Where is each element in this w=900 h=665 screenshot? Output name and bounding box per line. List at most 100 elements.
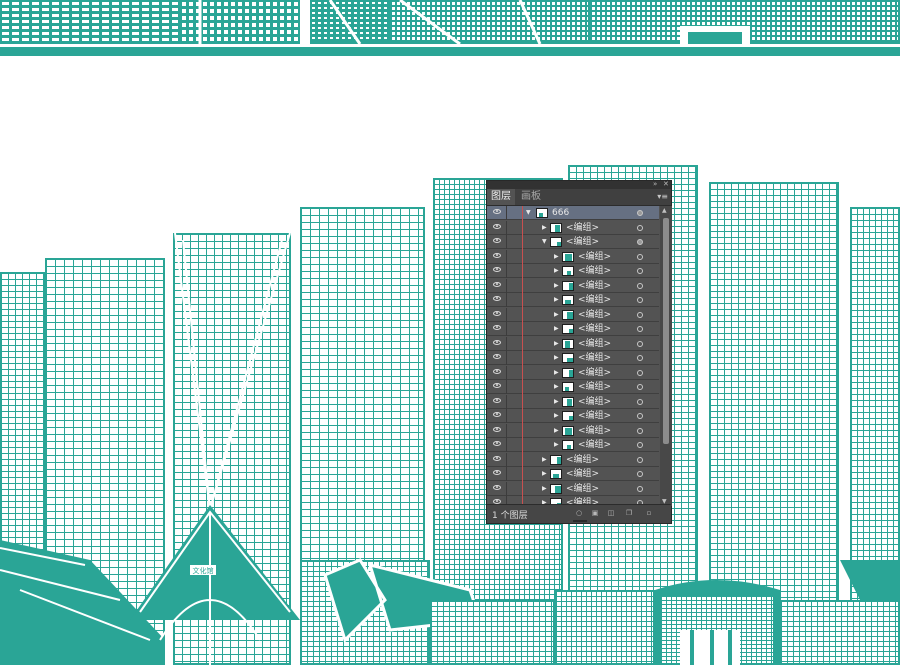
target-circle-icon[interactable] xyxy=(637,282,643,289)
layer-name[interactable]: <编组> xyxy=(578,279,611,293)
collapsed-triangle-icon[interactable]: ▶ xyxy=(542,453,547,467)
visibility-eye-icon[interactable] xyxy=(493,296,501,301)
target-circle-icon[interactable] xyxy=(637,398,643,405)
layer-name[interactable]: <编组> xyxy=(578,395,611,409)
lock-toggle[interactable] xyxy=(507,467,520,481)
layer-name[interactable]: <编组> xyxy=(578,337,611,351)
layer-row[interactable]: ▶ <编组> xyxy=(487,365,659,380)
lock-toggle[interactable] xyxy=(507,206,520,220)
scroll-thumb[interactable] xyxy=(663,218,669,444)
lock-toggle[interactable] xyxy=(507,264,520,278)
layer-row[interactable]: ▶ <编组> xyxy=(487,322,659,336)
lock-toggle[interactable] xyxy=(507,366,520,380)
target-circle-icon[interactable] xyxy=(637,210,643,216)
layer-row[interactable]: ▶ <编组> xyxy=(487,293,659,307)
visibility-eye-icon[interactable] xyxy=(493,368,501,374)
layer-name[interactable]: <编组> xyxy=(566,467,599,481)
lock-toggle[interactable] xyxy=(507,279,520,293)
visibility-eye-icon[interactable] xyxy=(493,252,501,258)
expanded-triangle-icon[interactable]: ▼ xyxy=(526,206,531,220)
lock-toggle[interactable] xyxy=(507,351,520,365)
target-circle-icon[interactable] xyxy=(637,326,643,332)
target-circle-icon[interactable] xyxy=(637,384,643,390)
layer-row[interactable]: ▶ <编组> xyxy=(487,264,659,278)
expanded-triangle-icon[interactable]: ▼ xyxy=(542,235,547,249)
layer-row[interactable]: ▶ <编组> xyxy=(487,278,659,293)
layer-name[interactable]: <编组> xyxy=(578,380,611,394)
layer-name[interactable]: <编组> xyxy=(578,308,611,322)
layer-row[interactable]: ▶ <编组> xyxy=(487,452,659,467)
collapsed-triangle-icon[interactable]: ▶ xyxy=(554,322,559,336)
layer-name[interactable]: <编组> xyxy=(578,293,611,307)
collapsed-triangle-icon[interactable]: ▶ xyxy=(542,482,547,496)
lock-toggle[interactable] xyxy=(507,438,520,452)
visibility-eye-icon[interactable] xyxy=(493,310,501,316)
visibility-eye-icon[interactable] xyxy=(493,412,501,417)
lock-toggle[interactable] xyxy=(507,424,520,438)
layer-row[interactable]: ▶ <编组> xyxy=(487,380,659,394)
lock-toggle[interactable] xyxy=(507,293,520,307)
target-circle-icon[interactable] xyxy=(637,442,643,448)
collapsed-triangle-icon[interactable]: ▶ xyxy=(554,438,559,452)
collapsed-triangle-icon[interactable]: ▶ xyxy=(542,221,547,235)
panel-menu-icon[interactable]: ▾≡ xyxy=(657,192,668,201)
layer-row[interactable]: ▶ <编组> xyxy=(487,220,659,235)
resize-grip[interactable] xyxy=(573,520,587,522)
visibility-eye-icon[interactable] xyxy=(493,397,501,403)
lock-toggle[interactable] xyxy=(507,395,520,409)
layer-row[interactable]: ▶ <编组> xyxy=(487,249,659,264)
layer-name[interactable]: <编组> xyxy=(566,482,599,496)
target-circle-icon[interactable] xyxy=(637,427,643,434)
tab-layers[interactable]: 图层 xyxy=(487,189,515,205)
layer-row[interactable]: ▼ <编组> xyxy=(487,235,659,249)
lock-toggle[interactable] xyxy=(507,482,520,496)
collapsed-triangle-icon[interactable]: ▶ xyxy=(554,293,559,307)
collapsed-triangle-icon[interactable]: ▶ xyxy=(554,250,559,264)
lock-toggle[interactable] xyxy=(507,308,520,322)
visibility-eye-icon[interactable] xyxy=(493,383,501,388)
collapsed-triangle-icon[interactable]: ▶ xyxy=(542,467,547,481)
collapsed-triangle-icon[interactable]: ▶ xyxy=(554,395,559,409)
scroll-up-icon[interactable]: ▲ xyxy=(662,207,667,214)
target-circle-icon[interactable] xyxy=(637,456,643,463)
delete-icon[interactable]: ▫ xyxy=(645,509,653,517)
visibility-eye-icon[interactable] xyxy=(493,325,501,330)
visibility-eye-icon[interactable] xyxy=(493,484,501,490)
layer-row[interactable]: ▶ <编组> xyxy=(487,438,659,452)
visibility-eye-icon[interactable] xyxy=(493,223,501,229)
lock-toggle[interactable] xyxy=(507,250,520,264)
collapsed-triangle-icon[interactable]: ▶ xyxy=(554,337,559,351)
visibility-eye-icon[interactable] xyxy=(493,455,501,461)
layer-name[interactable]: 666 xyxy=(552,206,569,220)
target-circle-icon[interactable] xyxy=(637,239,643,245)
lock-toggle[interactable] xyxy=(507,322,520,336)
layer-row[interactable]: ▶ <编组> xyxy=(487,423,659,438)
layer-name[interactable]: <编组> xyxy=(566,221,599,235)
lock-toggle[interactable] xyxy=(507,409,520,423)
lock-toggle[interactable] xyxy=(507,453,520,467)
layer-name[interactable]: <编组> xyxy=(578,424,611,438)
layer-name[interactable]: <编组> xyxy=(578,409,611,423)
layer-name[interactable]: <编组> xyxy=(578,438,611,452)
visibility-eye-icon[interactable] xyxy=(493,238,501,243)
visibility-eye-icon[interactable] xyxy=(493,354,501,359)
layer-row[interactable]: ▶ <编组> xyxy=(487,307,659,322)
layer-row[interactable]: ▶ <编组> xyxy=(487,409,659,423)
target-circle-icon[interactable] xyxy=(637,253,643,260)
layer-row[interactable]: ▶ <编组> xyxy=(487,394,659,409)
visibility-eye-icon[interactable] xyxy=(493,209,501,214)
layer-row[interactable]: ▶ <编组> xyxy=(487,351,659,365)
layer-name[interactable]: <编组> xyxy=(578,264,611,278)
collapsed-triangle-icon[interactable]: ▶ xyxy=(554,351,559,365)
layer-row[interactable]: ▼ 666 xyxy=(487,206,659,220)
layer-name[interactable]: <编组> xyxy=(566,235,599,249)
visibility-eye-icon[interactable] xyxy=(493,426,501,432)
visibility-eye-icon[interactable] xyxy=(493,339,501,345)
target-circle-icon[interactable] xyxy=(637,369,643,376)
collapsed-triangle-icon[interactable]: ▶ xyxy=(554,424,559,438)
collapsed-triangle-icon[interactable]: ▶ xyxy=(554,380,559,394)
lock-toggle[interactable] xyxy=(507,235,520,249)
visibility-eye-icon[interactable] xyxy=(493,281,501,287)
target-circle-icon[interactable] xyxy=(637,224,643,231)
collapsed-triangle-icon[interactable]: ▶ xyxy=(554,279,559,293)
